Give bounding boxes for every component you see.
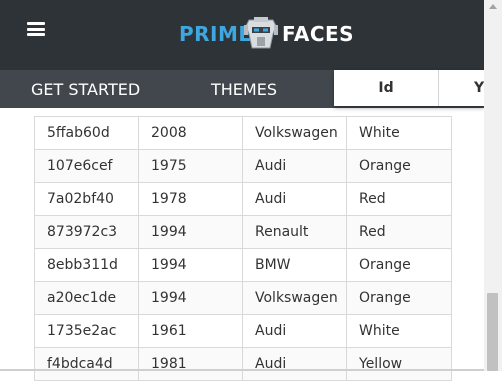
cell-year: 1994	[138, 248, 243, 282]
cell-id: 8ebb311d	[34, 248, 139, 282]
cell-year: 1975	[138, 149, 243, 183]
cell-color: White	[346, 116, 452, 150]
table-row[interactable]: 107e6cef 1975 Audi Orange	[34, 149, 452, 183]
data-table: 5ffab60d 2008 Volkswagen White 107e6cef 1975 A…	[34, 116, 452, 381]
logo-prime-text: PRIME	[179, 22, 253, 46]
table-row[interactable]: 873972c3 1994 Renault Red	[34, 215, 452, 249]
cell-id: 873972c3	[34, 215, 139, 249]
cell-id: f4bdca4d	[34, 347, 139, 381]
cell-id: a20ec1de	[34, 281, 139, 315]
robot-icon	[244, 17, 278, 49]
cell-brand: Audi	[242, 182, 347, 216]
cell-brand: Audi	[242, 347, 347, 381]
cell-year: 2008	[138, 116, 243, 150]
sticky-table-header: Id Y	[334, 70, 484, 106]
cell-id: 1735e2ac	[34, 314, 139, 348]
logo-faces-text: FACES	[282, 22, 355, 46]
table-row[interactable]: 1735e2ac 1961 Audi White	[34, 314, 452, 348]
cell-color: Red	[346, 182, 452, 216]
vertical-scrollbar[interactable]	[484, 0, 502, 371]
cell-id: 5ffab60d	[34, 116, 139, 150]
column-header-id[interactable]: Id	[334, 70, 439, 106]
cell-color: Red	[346, 215, 452, 249]
cell-year: 1961	[138, 314, 243, 348]
nav-get-started[interactable]: GET STARTED	[31, 70, 140, 108]
cell-color: White	[346, 314, 452, 348]
cell-id: 107e6cef	[34, 149, 139, 183]
cell-brand: BMW	[242, 248, 347, 282]
table-row[interactable]: 7a02bf40 1978 Audi Red	[34, 182, 452, 216]
table-row[interactable]: 5ffab60d 2008 Volkswagen White	[34, 116, 452, 150]
cell-year: 1994	[138, 281, 243, 315]
table-row[interactable]: a20ec1de 1994 Volkswagen Orange	[34, 281, 452, 315]
cell-brand: Renault	[242, 215, 347, 249]
table-row[interactable]: 8ebb311d 1994 BMW Orange	[34, 248, 452, 282]
cell-color: Orange	[346, 248, 452, 282]
nav-themes[interactable]: THEMES	[211, 70, 277, 108]
column-header-year[interactable]: Y	[474, 70, 484, 106]
cell-brand: Audi	[242, 314, 347, 348]
cell-id: 7a02bf40	[34, 182, 139, 216]
cell-year: 1981	[138, 347, 243, 381]
primefaces-logo[interactable]: PRIME FACES	[179, 14, 359, 54]
hamburger-icon[interactable]	[27, 22, 45, 36]
cell-year: 1978	[138, 182, 243, 216]
cell-year: 1994	[138, 215, 243, 249]
cell-brand: Volkswagen	[242, 116, 347, 150]
scrollbar-thumb[interactable]	[487, 293, 498, 371]
cell-color: Orange	[346, 281, 452, 315]
cell-color: Orange	[346, 149, 452, 183]
cell-brand: Audi	[242, 149, 347, 183]
scroll-up-arrow-icon[interactable]	[489, 4, 497, 9]
cell-color: Yellow	[346, 347, 452, 381]
top-header: PRIME FACES	[0, 0, 484, 70]
table-row[interactable]: f4bdca4d 1981 Audi Yellow	[34, 347, 452, 381]
cell-brand: Volkswagen	[242, 281, 347, 315]
